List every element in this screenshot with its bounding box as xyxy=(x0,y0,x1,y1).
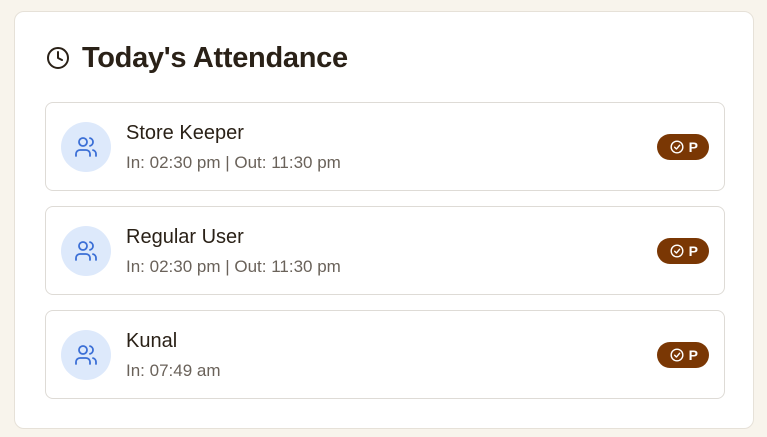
users-icon xyxy=(74,343,98,367)
check-circle-icon xyxy=(670,140,684,154)
check-circle-icon xyxy=(670,244,684,258)
status-badge: P xyxy=(656,342,709,368)
status-label: P xyxy=(688,347,698,363)
users-icon xyxy=(74,239,98,263)
attendance-row[interactable]: Kunal In: 07:49 am P xyxy=(45,310,725,399)
employee-name: Kunal xyxy=(126,330,178,352)
attendance-times: In: 02:30 pm | Out: 11:30 pm xyxy=(126,153,341,172)
employee-name: Regular User xyxy=(126,226,244,248)
employee-name: Store Keeper xyxy=(126,122,244,144)
avatar xyxy=(61,330,111,380)
page-title: Today's Attendance xyxy=(82,41,348,74)
avatar xyxy=(61,226,111,276)
attendance-card: Today's Attendance Store Keeper In: 02:3… xyxy=(14,11,754,429)
attendance-times: In: 02:30 pm | Out: 11:30 pm xyxy=(126,257,341,276)
check-circle-icon xyxy=(670,348,684,362)
status-badge: P xyxy=(656,238,709,264)
status-label: P xyxy=(688,139,698,155)
attendance-list: Store Keeper In: 02:30 pm | Out: 11:30 p… xyxy=(45,102,725,414)
users-icon xyxy=(74,135,98,159)
card-header: Today's Attendance xyxy=(46,41,348,75)
attendance-row[interactable]: Regular User In: 02:30 pm | Out: 11:30 p… xyxy=(45,206,725,295)
avatar xyxy=(61,122,111,172)
attendance-times: In: 07:49 am xyxy=(126,361,221,380)
status-badge: P xyxy=(656,134,709,160)
clock-icon xyxy=(46,46,70,70)
status-label: P xyxy=(688,243,698,259)
attendance-row[interactable]: Store Keeper In: 02:30 pm | Out: 11:30 p… xyxy=(45,102,725,191)
